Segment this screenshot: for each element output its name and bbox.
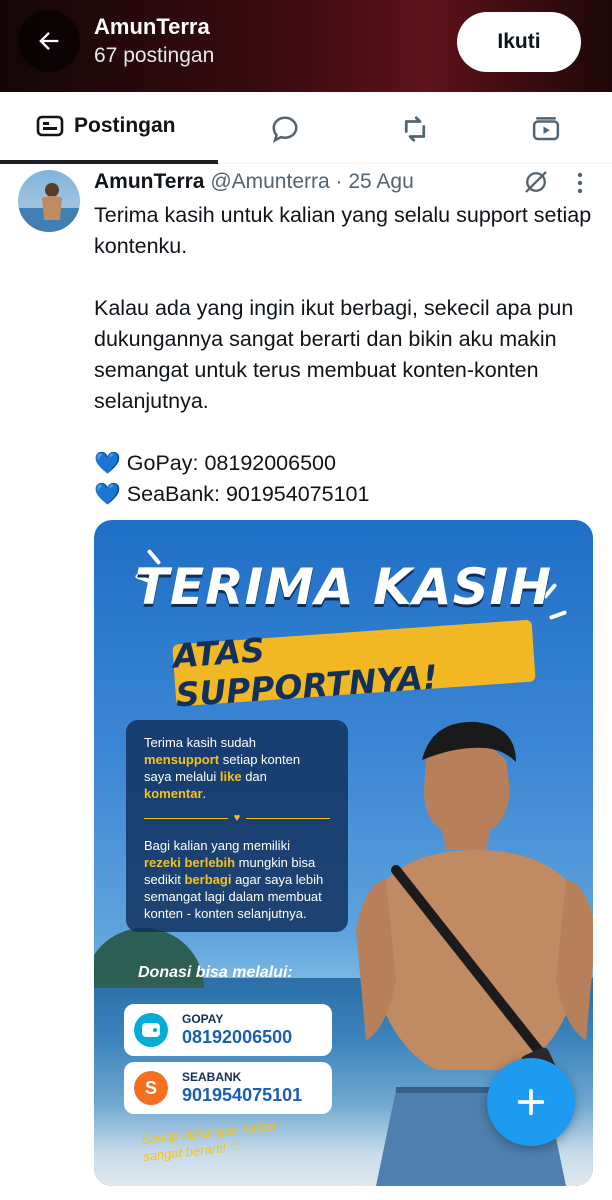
grok-icon[interactable] [522, 168, 550, 196]
blue-heart-icon: 💙 [94, 482, 121, 506]
author-handle[interactable]: @Amunterra [210, 170, 329, 193]
follow-button[interactable]: Ikuti [457, 12, 581, 72]
author-name[interactable]: AmunTerra [94, 170, 204, 193]
info-text: Bagi kalian yang memiliki [144, 838, 290, 853]
profile-header: AmunTerra 67 postingan Ikuti [0, 0, 612, 92]
payment-line-gopay: 💙 GoPay: 08192006500 [94, 448, 594, 479]
header-separator: · [335, 170, 343, 193]
person-photo [18, 183, 80, 232]
info-highlight: rezeki berlebih [144, 855, 236, 870]
tab-posts[interactable]: Postingan [36, 114, 176, 138]
info-text: . [202, 786, 207, 801]
payment-line-seabank: 💙 SeaBank: 901954075101 [94, 479, 594, 510]
info-divider: ♥ [144, 810, 330, 827]
compose-fab-button[interactable] [487, 1058, 575, 1146]
profile-tabs: Postingan [0, 92, 612, 164]
seabank-name: SEABANK [182, 1070, 242, 1084]
info-highlight: mensupport [144, 752, 220, 767]
post-paragraph-2: Kalau ada yang ingin ikut berbagi, sekec… [94, 296, 574, 413]
tab-posts-label: Postingan [74, 114, 176, 137]
donation-label: Donasi bisa melalui: [138, 964, 293, 981]
post-body: Terima kasih untuk kalian yang selalu su… [94, 200, 594, 510]
payment-seabank-text: SeaBank: 901954075101 [126, 482, 370, 506]
seabank-number: 901954075101 [182, 1085, 303, 1105]
gopay-card: GOPAY 08192006500 [124, 1004, 332, 1056]
info-text: dan [245, 769, 267, 784]
info-paragraph-2: Bagi kalian yang memiliki rezeki berlebi… [144, 837, 330, 922]
back-button[interactable] [18, 10, 80, 72]
active-tab-indicator [0, 160, 218, 164]
author-avatar[interactable] [18, 170, 80, 232]
gopay-name: GOPAY [182, 1012, 224, 1026]
info-highlight: like [219, 769, 242, 784]
repost-icon[interactable] [400, 114, 430, 144]
info-paragraph-1: Terima kasih sudah mensupport setiap kon… [144, 734, 330, 802]
heart-icon: ♥ [233, 812, 241, 824]
seabank-logo-icon: S [134, 1071, 168, 1105]
info-highlight: komentar [144, 786, 203, 801]
reply-bubble-icon[interactable] [270, 114, 300, 144]
plus-icon [517, 1088, 545, 1116]
post-date[interactable]: 25 Agu [348, 170, 413, 193]
video-icon[interactable] [531, 114, 561, 144]
poster-title-line1: TERIMA KASIH [134, 558, 553, 616]
post-header: AmunTerra @Amunterra · 25 Agu [94, 170, 414, 194]
arrow-left-icon [39, 32, 59, 50]
gopay-number: 08192006500 [182, 1027, 293, 1047]
payment-gopay-text: GoPay: 08192006500 [126, 451, 336, 475]
poster-title-line2: ATAS SUPPORTNYA! [171, 630, 439, 715]
post-paragraph-1: Terima kasih untuk kalian yang selalu su… [94, 203, 592, 258]
seabank-card: S SEABANK 901954075101 [124, 1062, 332, 1114]
more-options-icon[interactable] [570, 170, 590, 196]
gopay-logo-icon [134, 1013, 168, 1047]
info-highlight: berbagi [184, 872, 232, 887]
header-post-count: 67 postingan [94, 44, 215, 67]
timeline-icon [36, 115, 64, 137]
heart-outline-icon: ♡ [228, 1138, 242, 1155]
header-profile-name: AmunTerra [94, 14, 210, 39]
poster-info-box: Terima kasih sudah mensupport setiap kon… [126, 720, 348, 932]
info-text: Terima kasih sudah [144, 735, 256, 750]
blue-heart-icon: 💙 [94, 451, 121, 475]
